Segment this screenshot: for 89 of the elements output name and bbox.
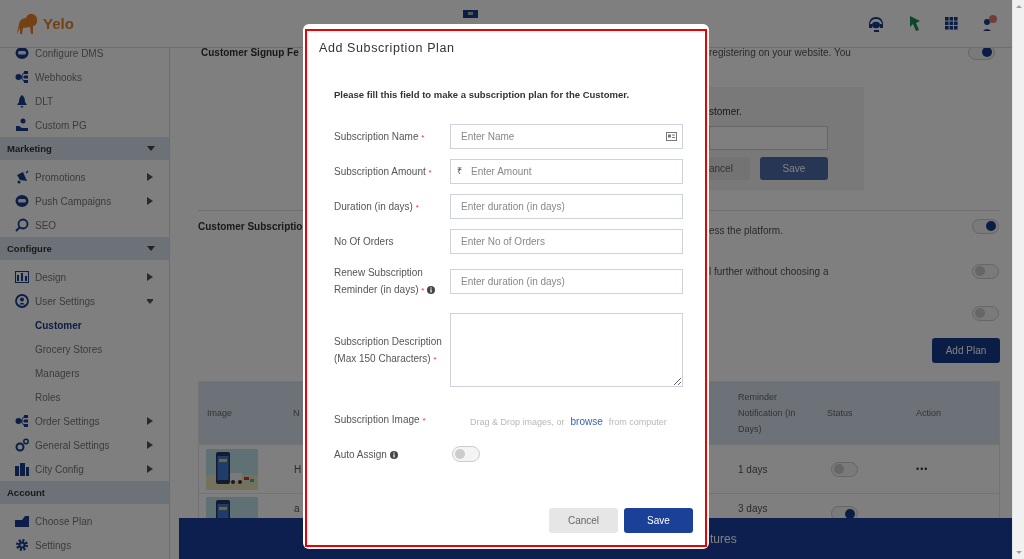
text-area[interactable]	[450, 313, 683, 387]
grid-icon	[945, 17, 958, 30]
toggle-switch[interactable]	[972, 218, 999, 234]
table-cell-text: 3 days	[737, 503, 769, 514]
field-label: Auto Assign	[334, 445, 450, 463]
sidebar-section-header[interactable]: Configure	[0, 237, 169, 260]
lion-logo-icon	[14, 11, 40, 36]
sidebar-item[interactable]: Webhooks	[0, 65, 169, 89]
section-title: Customer Subscriptio	[198, 220, 303, 232]
section-title: Customer Signup Fe	[201, 46, 299, 58]
table-cell-text: a	[293, 503, 300, 514]
sidebar-item[interactable]: Settings	[0, 533, 169, 557]
sidebar-item[interactable]: General Settings	[0, 433, 169, 457]
input-field[interactable]	[709, 126, 828, 150]
column-header: Status	[826, 407, 854, 420]
flowchart-icon	[15, 70, 29, 84]
sidebar-item[interactable]: Design	[0, 265, 169, 289]
column-header: Action	[915, 407, 941, 420]
description-text: registering on your website. You	[709, 46, 851, 58]
sidebar-section-header[interactable]: Account	[0, 481, 169, 504]
input-field[interactable]: Enter No of Orders	[450, 229, 683, 254]
gears-icon	[15, 438, 29, 452]
flag-icon	[462, 9, 478, 18]
sidebar-item[interactable]: User Settings	[0, 289, 169, 313]
sidebar-item[interactable]: Push Campaigns	[0, 189, 169, 213]
sidebar-item[interactable]: DLT	[0, 89, 169, 113]
field-label: Subscription Name *	[334, 129, 426, 144]
sidebar-item[interactable]: Custom PG	[0, 113, 169, 137]
sidebar-item[interactable]: Grocery Stores	[0, 337, 169, 361]
save-button[interactable]: Save	[760, 157, 828, 180]
chat-bubble-icon	[15, 46, 29, 60]
search-icon	[15, 218, 29, 232]
prompt-text: stomer.	[709, 105, 743, 119]
avatar-icon	[982, 15, 998, 32]
sidebar-item[interactable]: Choose Plan	[0, 509, 169, 533]
cancel-button[interactable]: Cancel	[549, 508, 618, 533]
table-cell-text: H	[293, 463, 302, 475]
scrollbar[interactable]	[1012, 0, 1024, 559]
input-field[interactable]: Enter duration (in days)	[450, 269, 683, 294]
save-button[interactable]: Save	[624, 508, 693, 533]
sidebar-item[interactable]: Managers	[0, 361, 169, 385]
sidebar-item[interactable]: City Config	[0, 457, 169, 481]
sidebar-item[interactable]: SEO	[0, 213, 169, 237]
browse-link[interactable]: browse	[570, 416, 603, 427]
sidebar-item[interactable]: Order Settings	[0, 409, 169, 433]
folder-icon	[15, 514, 29, 528]
flowchart-icon	[15, 414, 29, 428]
more-menu-button[interactable]: •••	[907, 464, 929, 474]
megaphone-icon	[15, 170, 29, 184]
field-label: Renew Subscription Reminder (in days) *	[334, 264, 450, 299]
chat-bubble-icon	[15, 194, 29, 208]
upload-hint: from computer	[608, 417, 667, 427]
banner-text: tures	[710, 531, 737, 546]
field-label: Subscription Image *	[334, 413, 427, 427]
column-header: Image	[206, 407, 233, 420]
toggle-switch[interactable]	[831, 461, 858, 477]
layout-icon	[15, 270, 29, 284]
input-field[interactable]: Enter duration (in days)	[450, 194, 683, 219]
sidebar-item[interactable]: Promotions	[0, 165, 169, 189]
cancel-button[interactable]: ancel	[709, 157, 750, 180]
add-plan-button[interactable]: Add Plan	[932, 338, 1000, 363]
logo-text: Yelo	[43, 15, 74, 32]
column-header: Reminder Notification (In Days)	[737, 391, 797, 436]
sidebar-item[interactable]: Customer	[0, 313, 169, 337]
description-text: ess the platform.	[709, 224, 783, 236]
settings-icon	[15, 538, 29, 552]
buildings-icon	[15, 462, 29, 476]
id-card-icon	[666, 132, 677, 141]
toggle-switch[interactable]	[972, 305, 999, 321]
currency-symbol: ₹	[457, 166, 462, 176]
column-header: N	[292, 407, 300, 420]
toggle-switch[interactable]	[972, 263, 999, 279]
toggle-switch[interactable]	[452, 446, 480, 462]
field-label: Subscription Description (Max 150 Characters) *	[334, 334, 443, 366]
instruction-text: Please fill this field to make a subscription plan for the Customer.	[334, 89, 631, 100]
user-gear-icon	[15, 294, 29, 308]
field-label: Subscription Amount *	[334, 164, 433, 179]
hand-icon	[15, 118, 29, 132]
input-field[interactable]: Enter Name	[450, 124, 683, 149]
dialog-title: Add Subscription Plan	[319, 41, 456, 55]
sidebar-item[interactable]: Roles	[0, 385, 169, 409]
bell-icon	[15, 94, 29, 108]
pointer-icon	[909, 15, 921, 32]
sidebar-section-header[interactable]: Marketing	[0, 137, 169, 160]
table-cell-text: 1 days	[737, 463, 769, 475]
field-label: No Of Orders	[334, 235, 395, 249]
headset-icon	[867, 15, 885, 32]
upload-hint: Drag & Drop images, or	[470, 417, 565, 427]
field-label: Duration (in days) *	[334, 199, 420, 214]
